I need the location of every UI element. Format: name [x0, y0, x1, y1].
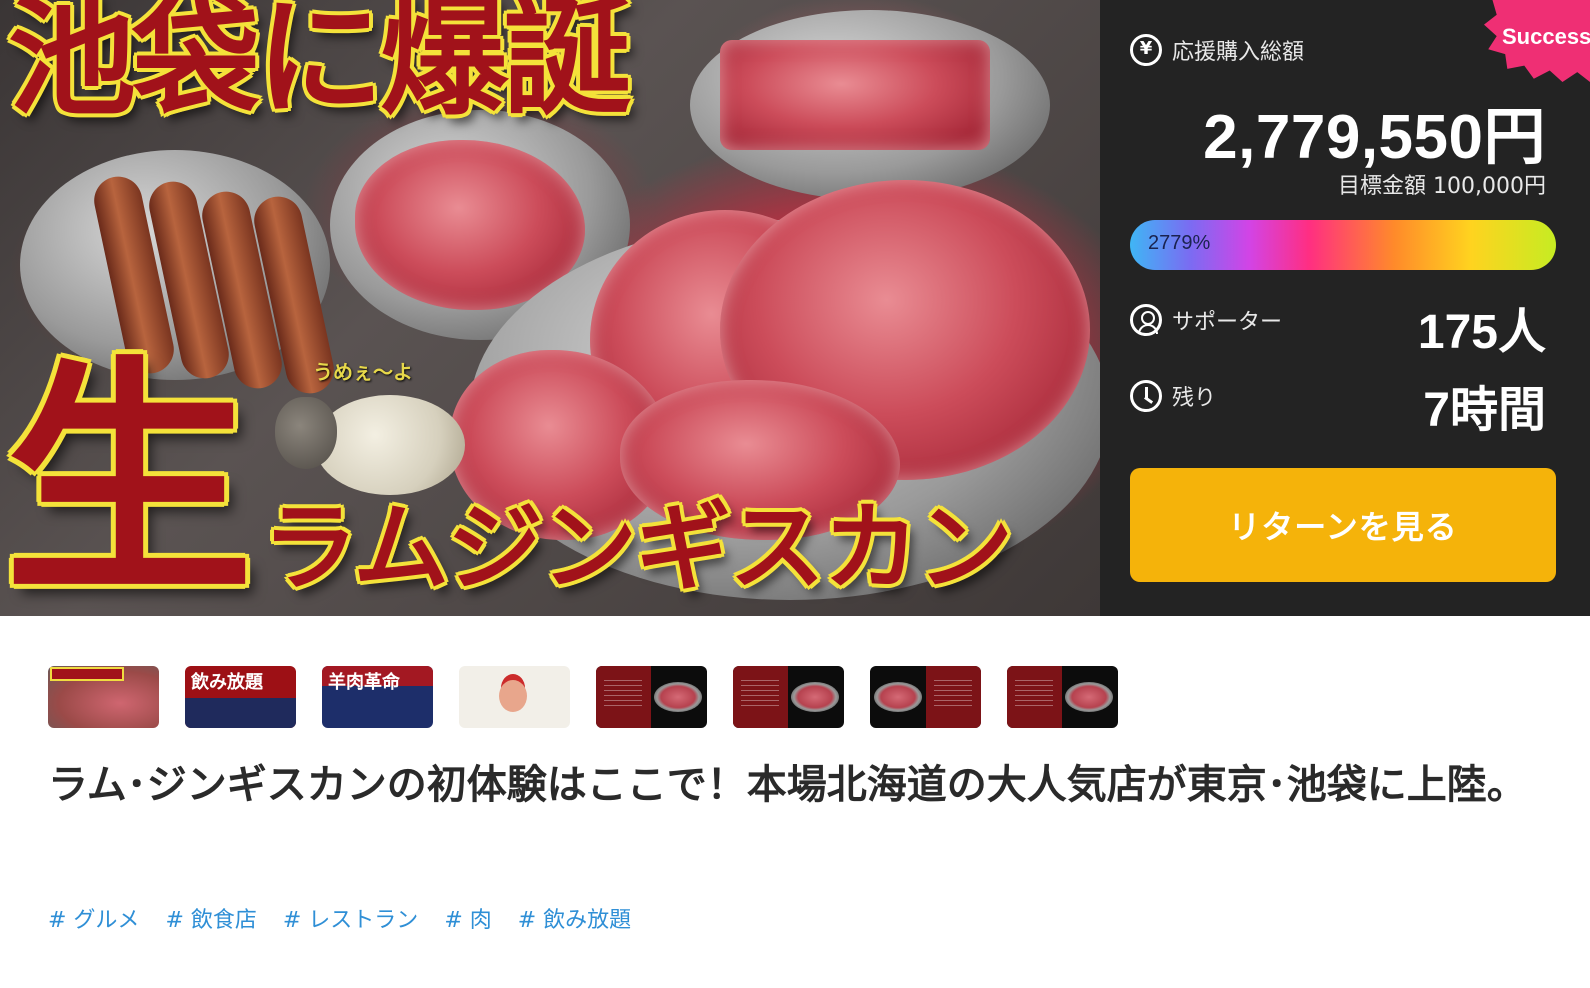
thumbnail-meat-plate — [874, 682, 922, 712]
yen-circle-icon — [1130, 34, 1162, 66]
thumbnail-8[interactable] — [1007, 666, 1118, 728]
total-amount: 2,779,550円 — [1203, 103, 1546, 172]
thumbnail-meat-plate — [654, 682, 702, 712]
thumbnail-text-panel — [1007, 666, 1062, 728]
total-label-row: 応援購入総額 — [1130, 34, 1304, 66]
meat-shape — [720, 40, 990, 150]
thumbnail-4[interactable] — [459, 666, 570, 728]
thumbnail-title-bar — [52, 669, 122, 679]
remaining-label-row: 残り — [1130, 380, 1216, 412]
tag-list: # グルメ # 飲食店 # レストラン # 肉 # 飲み放題 — [48, 902, 631, 934]
thumbnail-band — [185, 698, 296, 728]
view-returns-button[interactable]: リターンを見る — [1130, 468, 1556, 582]
clock-icon — [1130, 380, 1162, 412]
success-badge: Success — [1484, 0, 1590, 82]
thumbnail-meat-plate — [791, 682, 839, 712]
thumbnail-5[interactable] — [596, 666, 707, 728]
user-circle-icon — [1130, 304, 1162, 336]
goal-amount: 目標金額 100,000円 — [1338, 174, 1546, 199]
sheep-body — [315, 395, 465, 495]
tag-all-you-can-drink[interactable]: # 飲み放題 — [518, 902, 631, 934]
hero-subtitle-text: ラムジンギスカン — [262, 491, 1013, 604]
tag-restaurant-industry[interactable]: # 飲食店 — [165, 902, 256, 934]
supporters-count: 175人 — [1417, 306, 1546, 359]
project-title: ラム･ジンギスカンの初体験はここで！本場北海道の大人気店が東京･池袋に上陸。 — [48, 762, 1527, 808]
thumbnail-7[interactable] — [870, 666, 981, 728]
hero-image: 池袋に爆誕 うめぇ〜よ 生 ラムジンギスカン — [0, 0, 1100, 616]
thumbnail-3-text: 羊肉革命 — [328, 672, 400, 693]
progress-percent: 2779% — [1148, 232, 1211, 254]
funding-stats-panel: Success 応援購入総額 2,779,550円 目標金額 100,000円 … — [1100, 0, 1590, 616]
supporters-label-row: サポーター — [1130, 304, 1282, 336]
thumbnail-person — [499, 680, 527, 712]
thumbnail-6[interactable] — [733, 666, 844, 728]
progress-bar: 2779% — [1130, 220, 1556, 270]
thumbnail-2[interactable]: 飲み放題 — [185, 666, 296, 728]
supporters-label: サポーター — [1172, 310, 1283, 335]
thumbnail-3[interactable]: 羊肉革命 — [322, 666, 433, 728]
sheep-head — [275, 397, 337, 469]
sheep-image — [275, 385, 465, 500]
success-badge-label: Success — [1502, 24, 1590, 49]
thumbnail-text-panel — [733, 666, 788, 728]
hero-nama-text: 生 — [4, 333, 254, 616]
thumbnail-text-panel — [926, 666, 981, 728]
remaining-label: 残り — [1172, 386, 1217, 411]
tag-restaurant[interactable]: # レストラン — [283, 902, 418, 934]
hero-title-text: 池袋に爆誕 — [8, 0, 632, 133]
thumbnail-1[interactable] — [48, 666, 159, 728]
hero-sheep-caption: うめぇ〜よ — [313, 360, 413, 384]
tag-meat[interactable]: # 肉 — [444, 902, 491, 934]
project-header: 池袋に爆誕 うめぇ〜よ 生 ラムジンギスカン Success 応援購入総額 2,… — [0, 0, 1590, 616]
total-label: 応援購入総額 — [1172, 40, 1305, 65]
thumbnail-meat-plate — [1065, 682, 1113, 712]
remaining-time: 7時間 — [1423, 384, 1546, 437]
thumbnail-text-panel — [596, 666, 651, 728]
tag-gourmet[interactable]: # グルメ — [48, 902, 139, 934]
thumbnail-strip: 飲み放題 羊肉革命 — [48, 666, 1118, 728]
thumbnail-2-text: 飲み放題 — [191, 672, 263, 693]
